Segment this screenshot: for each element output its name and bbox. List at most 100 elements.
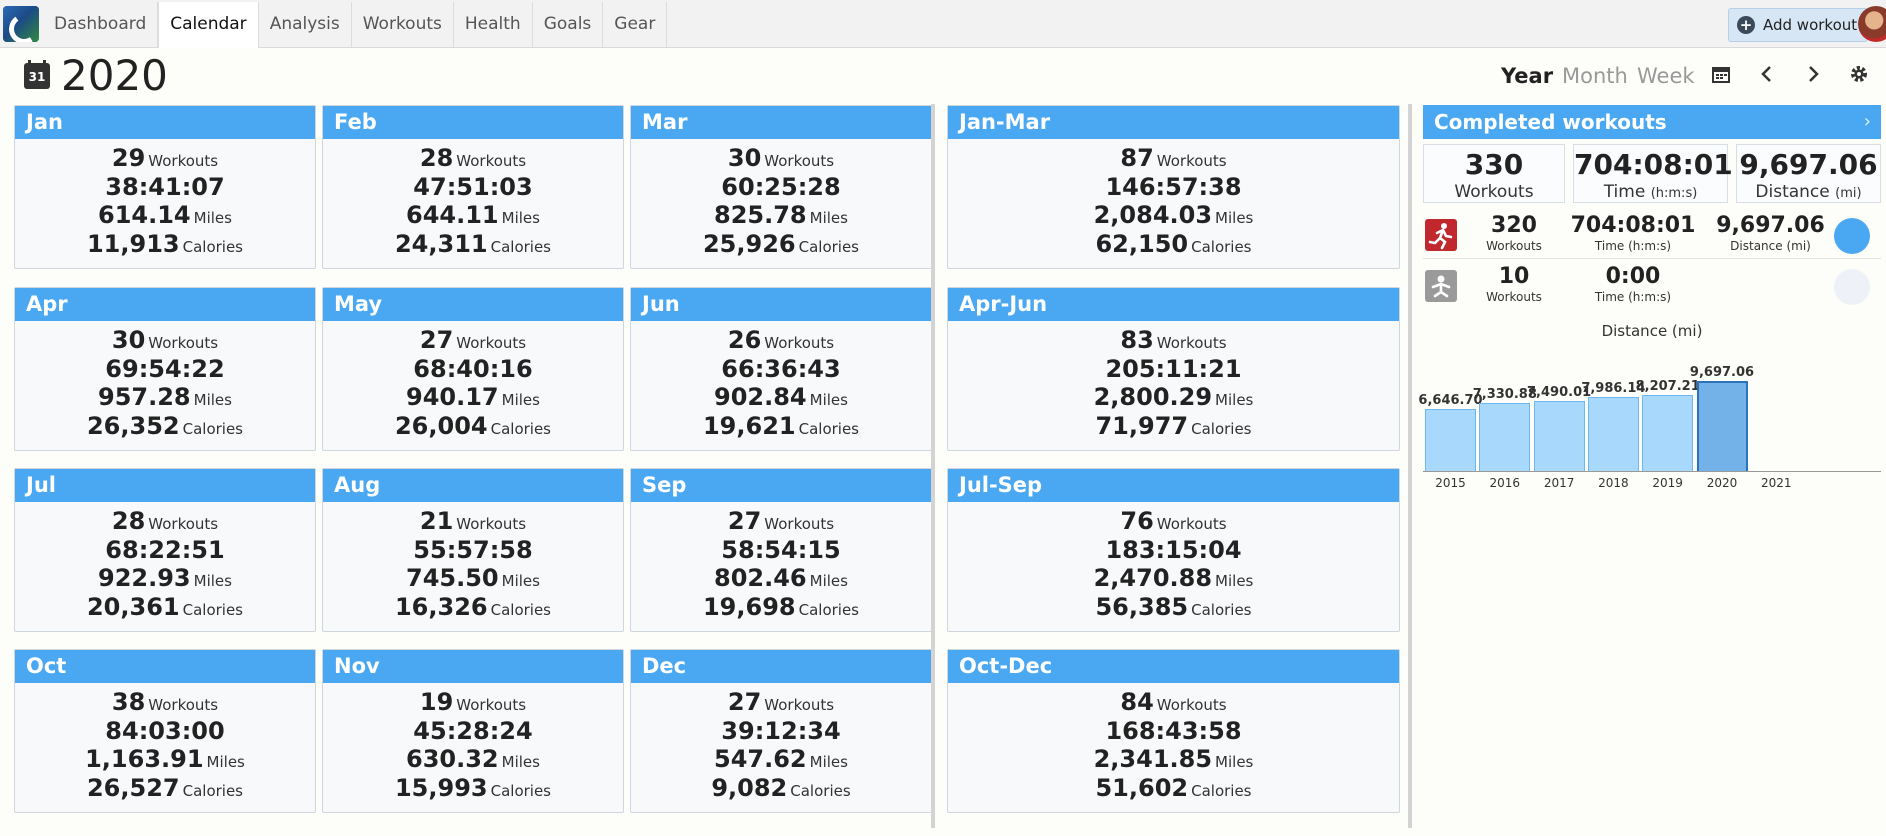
month-card[interactable]: Dec 27 Workouts 39:12:34 547.62 Miles 9,082 Cal… [630,649,932,813]
miles-value: 957.28 [98,383,191,411]
month-card[interactable]: Aug 21 Workouts 55:57:58 745.50 Miles 16,326 Ca… [322,468,624,632]
calories-label: Calories [798,600,859,619]
card-title[interactable]: Jul-Sep [948,469,1399,502]
month-card[interactable]: Jul 28 Workouts 68:22:51 922.93 Miles 20,361 Ca… [14,468,316,632]
card-body: 84 Workouts 168:43:58 2,341.85 Miles 51,602 Ca… [948,683,1399,802]
month-card[interactable]: Nov 19 Workouts 45:28:24 630.32 Miles 15,993 Ca… [322,649,624,813]
bar-2019[interactable] [1642,395,1694,471]
workouts-label: Workouts [456,515,527,533]
tab-gear[interactable]: Gear [603,2,668,47]
card-title[interactable]: Oct-Dec [948,650,1399,683]
calories-row: 15,993 Calories [323,774,623,803]
calories-value: 51,602 [1095,773,1189,802]
calories-value: 20,361 [86,592,180,621]
bar-2016[interactable] [1479,403,1531,471]
miles-value: 644.11 [406,201,499,229]
bar-2018[interactable] [1587,397,1639,471]
tab-goals[interactable]: Goals [533,2,604,47]
tab-health[interactable]: Health [454,2,533,47]
workouts-label: Workouts [764,334,835,352]
quarter-card[interactable]: Oct-Dec 84 Workouts 168:43:58 2,341.85 Miles 5… [947,649,1400,813]
card-title[interactable]: Jan-Mar [948,106,1399,139]
miles-label: Miles [809,572,848,590]
miles-row: 630.32 Miles [323,745,623,774]
card-title[interactable]: Apr [15,288,315,321]
workouts-row: 76 Workouts [948,507,1399,536]
sport-row-running[interactable]: 320 Workouts 704:08:01 Time (h:m:s) 9,69… [1423,209,1881,259]
card-title[interactable]: Aug [323,469,623,502]
calendar-icon: 31 [24,60,50,89]
miles-value: 2,084.03 [1093,201,1213,229]
view-month-button[interactable]: Month [1562,62,1628,90]
card-body: 30 Workouts 69:54:22 957.28 Miles 26,352 Calor… [15,321,315,440]
app-logo[interactable] [3,6,39,42]
workouts-count: 27 [419,326,454,354]
card-title[interactable]: May [323,288,623,321]
card-title[interactable]: Jul [15,469,315,502]
completed-workouts-header[interactable]: Completed workouts › [1423,105,1881,139]
calories-value: 26,004 [394,411,488,440]
bar-2020[interactable] [1696,381,1748,471]
workouts-row: 21 Workouts [323,507,623,536]
time-row: 168:43:58 [948,717,1399,746]
quarter-card[interactable]: Jan-Mar 87 Workouts 146:57:38 2,084.03 Miles 6… [947,105,1400,269]
miles-value: 547.62 [714,745,807,773]
calories-label: Calories [798,419,859,438]
strength-time-label: Time (h:m:s) [1594,290,1672,304]
card-title[interactable]: Nov [323,650,623,683]
sport-row-strength[interactable]: 10 Workouts 0:00 Time (h:m:s) [1423,260,1881,310]
chevron-left-icon[interactable] [1755,64,1779,88]
tab-workouts[interactable]: Workouts [352,2,454,47]
month-card[interactable]: Sep 27 Workouts 58:54:15 802.46 Miles 19,698 Ca… [630,468,932,632]
tab-calendar[interactable]: Calendar [158,2,259,48]
card-body: 27 Workouts 39:12:34 547.62 Miles 9,082 Calori… [631,683,931,802]
month-card[interactable]: Jan 29 Workouts 38:41:07 614.14 Miles 11,913 Ca… [14,105,316,269]
gear-icon[interactable] [1847,64,1871,88]
workouts-row: 27 Workouts [631,688,931,717]
bar-2015[interactable] [1425,409,1476,471]
avatar[interactable] [1858,6,1886,42]
month-card[interactable]: Feb 28 Workouts 47:51:03 644.11 Miles 24,311 Ca… [322,105,624,269]
workouts-count: 38 [111,688,146,716]
bar-2017[interactable] [1533,401,1585,471]
card-title[interactable]: Jan [15,106,315,139]
card-title[interactable]: Feb [323,106,623,139]
card-title[interactable]: Jun [631,288,931,321]
month-card[interactable]: Apr 30 Workouts 69:54:22 957.28 Miles 26,352 Ca… [14,287,316,451]
quarter-card[interactable]: Jul-Sep 76 Workouts 183:15:04 2,470.88 Miles 5… [947,468,1400,632]
workouts-count: 19 [419,688,454,716]
workouts-label: Workouts [148,696,219,714]
total-workouts-card: 330 Workouts [1423,144,1565,203]
total-distance-card: 9,697.06 Distance (mi) [1736,144,1881,203]
running-distance-label: Distance (mi) [1730,239,1811,253]
card-title[interactable]: Dec [631,650,931,683]
calories-label: Calories [1191,600,1252,619]
card-title[interactable]: Apr-Jun [948,288,1399,321]
miles-label: Miles [501,209,540,227]
month-card[interactable]: Mar 30 Workouts 60:25:28 825.78 Miles 25,926 Ca… [630,105,932,269]
month-card[interactable]: Jun 26 Workouts 66:36:43 902.84 Miles 19,621 Ca… [630,287,932,451]
tab-dashboard[interactable]: Dashboard [43,2,159,47]
chevron-right-icon[interactable] [1801,64,1825,88]
view-week-button[interactable]: Week [1637,62,1695,90]
view-year-button[interactable]: Year [1501,62,1553,90]
miles-label: Miles [1215,572,1254,590]
add-workout-button[interactable]: + Add workout [1728,8,1869,42]
quarter-card[interactable]: Apr-Jun 83 Workouts 205:11:21 2,800.29 Miles 7… [947,287,1400,451]
running-workouts-value: 320 [1491,213,1537,238]
date-picker-icon[interactable] [1709,64,1733,88]
add-workout-label: Add workout [1763,16,1858,34]
card-body: 83 Workouts 205:11:21 2,800.29 Miles 71,977 Ca… [948,321,1399,440]
miles-row: 1,163.91 Miles [15,745,315,774]
card-title[interactable]: Sep [631,469,931,502]
time-value: 205:11:21 [1105,354,1242,383]
card-body: 76 Workouts 183:15:04 2,470.88 Miles 56,385 Ca… [948,502,1399,621]
card-title[interactable]: Oct [15,650,315,683]
total-distance-value: 9,697.06 [1739,148,1878,181]
tab-analysis[interactable]: Analysis [259,2,352,47]
month-card[interactable]: May 27 Workouts 68:40:16 940.17 Miles 26,004 Ca… [322,287,624,451]
month-card[interactable]: Oct 38 Workouts 84:03:00 1,163.91 Miles 26,527… [14,649,316,813]
miles-value: 802.46 [714,564,807,592]
card-title[interactable]: Mar [631,106,931,139]
calories-label: Calories [490,237,551,256]
